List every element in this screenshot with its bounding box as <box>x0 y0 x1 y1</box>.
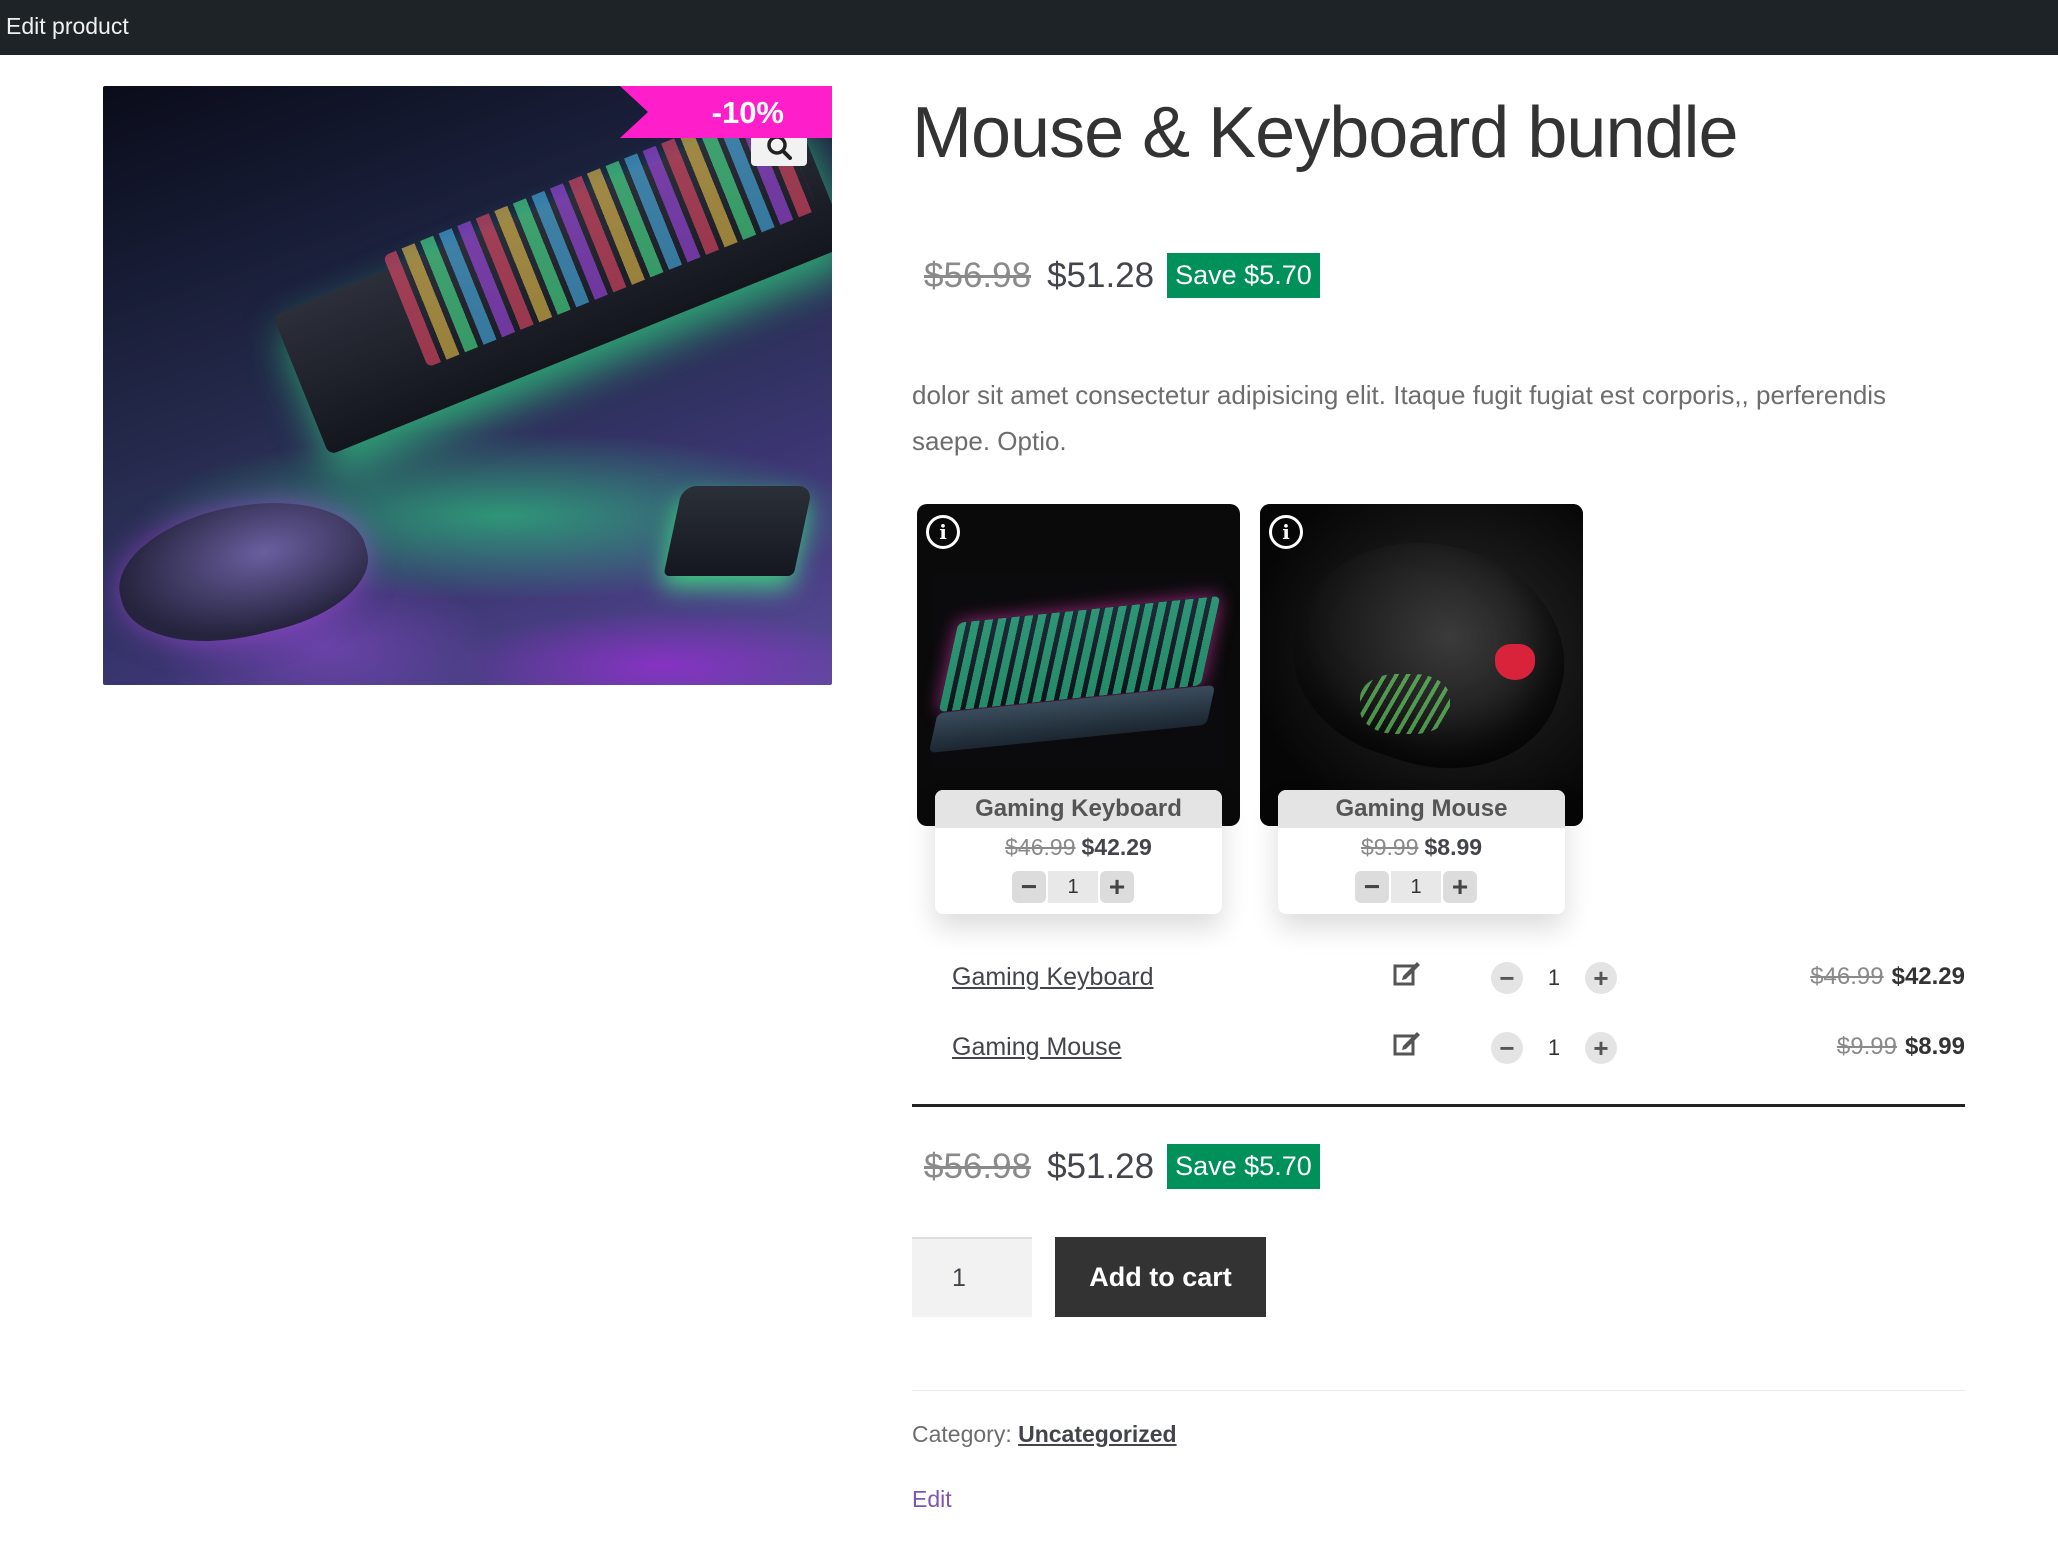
quantity-stepper: − 1 + <box>1012 871 1134 903</box>
quantity-value[interactable]: 1 <box>1048 871 1098 903</box>
old-price: $9.99 <box>1360 834 1419 860</box>
row-price: $9.99 $8.99 <box>1837 1033 1965 1061</box>
sale-price: $8.99 <box>1424 834 1483 860</box>
minus-button[interactable]: − <box>1491 1032 1523 1064</box>
edit-icon[interactable] <box>1393 958 1421 986</box>
divider <box>912 1390 1965 1391</box>
save-badge: Save $5.70 <box>1167 1144 1320 1189</box>
admin-bar: Edit product <box>0 0 2058 55</box>
quantity-input[interactable] <box>912 1237 1032 1317</box>
minus-button[interactable]: − <box>1012 871 1046 903</box>
quantity-value[interactable]: 1 <box>1391 871 1441 903</box>
bundle-card-panel-keyboard: Gaming Keyboard $46.99 $42.29 − 1 + <box>935 790 1222 914</box>
edit-product-link[interactable]: Edit product <box>6 13 129 40</box>
category-label: Category: <box>912 1421 1012 1447</box>
sale-price: $42.29 <box>1081 834 1152 860</box>
bundle-row-link[interactable]: Gaming Mouse <box>952 1033 1122 1062</box>
minus-button[interactable]: − <box>1355 871 1389 903</box>
quantity-value[interactable]: 1 <box>1523 1035 1585 1061</box>
product-description: dolor sit amet consectetur adipisicing e… <box>912 380 1887 456</box>
edit-link[interactable]: Edit <box>912 1486 952 1513</box>
mouse-bungee-illustration <box>663 486 813 576</box>
plus-button[interactable]: + <box>1585 962 1617 994</box>
plus-button[interactable]: + <box>1443 871 1477 903</box>
sale-price: $51.28 <box>1047 1146 1155 1186</box>
bundle-row-link[interactable]: Gaming Keyboard <box>952 963 1154 992</box>
divider <box>912 1104 1965 1107</box>
bundle-card-panel-mouse: Gaming Mouse $9.99 $8.99 − 1 + <box>1278 790 1565 914</box>
info-icon[interactable]: i <box>926 515 960 549</box>
plus-button[interactable]: + <box>1585 1032 1617 1064</box>
sale-price: $42.29 <box>1891 963 1965 990</box>
info-icon[interactable]: i <box>1269 515 1303 549</box>
quantity-stepper: − 1 + <box>1355 871 1477 903</box>
category-link[interactable]: Uncategorized <box>1018 1421 1176 1447</box>
sale-badge: -10% <box>620 86 832 138</box>
old-price: $46.99 <box>1810 963 1884 990</box>
product-image[interactable] <box>103 86 832 685</box>
bundle-card-title: Gaming Keyboard <box>935 790 1222 828</box>
old-price: $46.99 <box>1005 834 1076 860</box>
add-to-cart-button[interactable]: Add to cart <box>1055 1237 1266 1317</box>
quantity-value[interactable]: 1 <box>1523 965 1585 991</box>
minus-button[interactable]: − <box>1491 962 1523 994</box>
old-price: $9.99 <box>1836 1033 1897 1060</box>
row-quantity-stepper: − 1 + <box>1491 1032 1617 1064</box>
sale-price: $8.99 <box>1904 1033 1965 1060</box>
product-title: Mouse & Keyboard bundle <box>912 93 1739 173</box>
save-badge: Save $5.70 <box>1167 253 1320 298</box>
edit-icon[interactable] <box>1393 1028 1421 1056</box>
bundle-card-price: $46.99 $42.29 <box>935 834 1222 861</box>
product-meta: Category: Uncategorized <box>912 1421 1177 1448</box>
product-price: $56.98 $51.28 Save $5.70 <box>924 253 1320 298</box>
bundle-card-price: $9.99 $8.99 <box>1278 834 1565 861</box>
bundle-total-price: $56.98 $51.28 Save $5.70 <box>924 1144 1320 1189</box>
mouse-illustration <box>105 477 381 665</box>
old-price: $56.98 <box>924 1146 1032 1186</box>
keyboard-thumbnail <box>928 574 1224 769</box>
bundle-card-title: Gaming Mouse <box>1278 790 1565 828</box>
sale-badge-label: -10% <box>711 95 784 130</box>
sale-price: $51.28 <box>1047 255 1155 295</box>
old-price: $56.98 <box>924 255 1032 295</box>
row-quantity-stepper: − 1 + <box>1491 962 1617 994</box>
row-price: $46.99 $42.29 <box>1810 963 1965 991</box>
bundle-card-mouse[interactable]: i <box>1260 504 1583 826</box>
bundle-card-keyboard[interactable]: i <box>917 504 1240 826</box>
mouse-thumbnail <box>1260 504 1583 826</box>
plus-button[interactable]: + <box>1100 871 1134 903</box>
